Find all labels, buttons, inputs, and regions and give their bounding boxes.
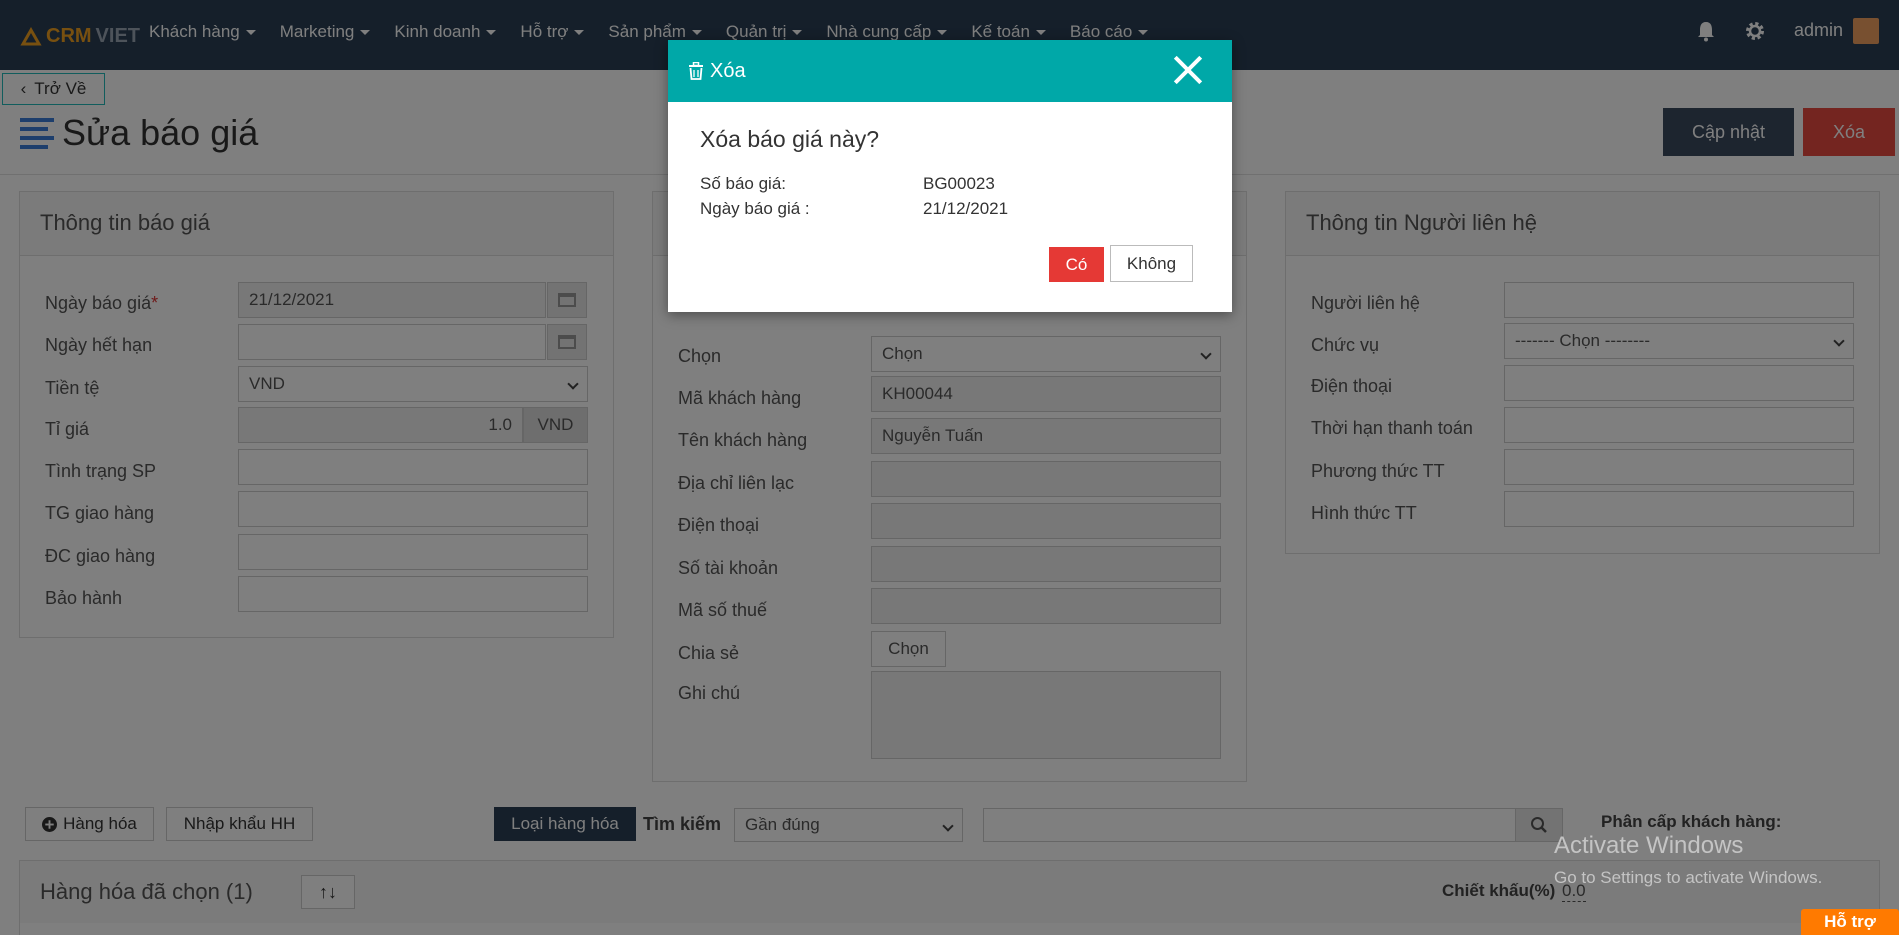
quote-date-label: Ngày báo giá : — [700, 199, 810, 218]
support-button[interactable]: Hỗ trợ — [1801, 909, 1899, 935]
confirm-yes-button[interactable]: Có — [1049, 247, 1104, 282]
quote-date-value: 21/12/2021 — [923, 199, 1009, 218]
watermark-line-1: Activate Windows — [1554, 832, 1744, 859]
confirm-no-button[interactable]: Không — [1110, 245, 1193, 282]
quote-number-label: Số báo giá: — [700, 174, 787, 193]
trash-icon — [689, 62, 703, 80]
watermark-line-2: Go to Settings to activate Windows. — [1554, 868, 1823, 887]
delete-confirm-dialog: Xóa Xóa báo giá này? Số báo giá: BG00023… — [668, 40, 1232, 312]
dialog-question: Xóa báo giá này? — [700, 126, 880, 152]
close-icon[interactable] — [1172, 54, 1204, 86]
quote-number-value: BG00023 — [923, 174, 995, 193]
dialog-title: Xóa — [710, 59, 746, 82]
windows-activation-watermark: Activate Windows Go to Settings to activ… — [1554, 832, 1822, 888]
dialog-header: Xóa — [668, 40, 1232, 102]
